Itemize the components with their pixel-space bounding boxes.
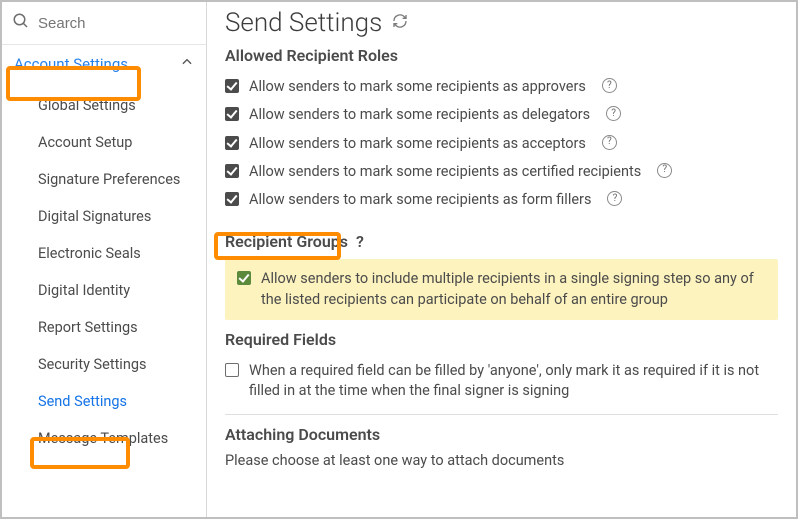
section-title-attaching-documents: Attaching Documents (225, 425, 778, 444)
sidebar-item-label: Global Settings (38, 97, 136, 114)
sidebar: Account Settings Global Settings Account… (2, 2, 207, 517)
refresh-icon[interactable] (392, 13, 408, 33)
section-title-required-fields: Required Fields (225, 330, 778, 349)
section-title-label: Required Fields (225, 330, 336, 349)
option-acceptors[interactable]: Allow senders to mark some recipients as… (225, 130, 778, 158)
option-certified-recipients[interactable]: Allow senders to mark some recipients as… (225, 158, 778, 186)
help-icon[interactable]: ? (606, 106, 621, 121)
help-icon[interactable]: ? (356, 232, 364, 251)
section-title-label: Attaching Documents (225, 425, 380, 444)
section-title-label: Recipient Groups (225, 232, 348, 251)
sidebar-item-message-templates[interactable]: Message Templates (2, 420, 206, 457)
sidebar-item-report-settings[interactable]: Report Settings (2, 309, 206, 346)
sidebar-item-security-settings[interactable]: Security Settings (2, 346, 206, 383)
option-delegators[interactable]: Allow senders to mark some recipients as… (225, 101, 778, 129)
sidebar-item-label: Send Settings (38, 393, 127, 410)
option-label: Allow senders to mark some recipients as… (249, 134, 586, 154)
sidebar-item-digital-signatures[interactable]: Digital Signatures (2, 198, 206, 235)
recipient-groups-highlight: Allow senders to include multiple recipi… (225, 259, 778, 320)
nav-items: Global Settings Account Setup Signature … (2, 83, 206, 457)
checkbox-icon[interactable] (225, 107, 239, 121)
checkbox-icon[interactable] (225, 79, 239, 93)
sidebar-item-label: Report Settings (38, 319, 138, 336)
sidebar-item-account-setup[interactable]: Account Setup (2, 124, 206, 161)
search-input[interactable] (38, 15, 194, 32)
sidebar-item-label: Electronic Seals (38, 245, 141, 262)
divider (225, 414, 778, 415)
sidebar-item-global-settings[interactable]: Global Settings (2, 87, 206, 124)
sidebar-item-label: Signature Preferences (38, 171, 180, 188)
sidebar-item-send-settings[interactable]: Send Settings (2, 383, 206, 420)
option-label: Allow senders to mark some recipients as… (249, 77, 586, 97)
sidebar-item-electronic-seals[interactable]: Electronic Seals (2, 235, 206, 272)
option-label: Allow senders to mark some recipients as… (249, 105, 590, 125)
page-title: Send Settings (225, 8, 382, 38)
checkbox-icon[interactable] (225, 136, 239, 150)
section-title-recipient-groups: Recipient Groups ? (225, 232, 778, 251)
sidebar-item-label: Account Setup (38, 134, 132, 151)
option-required-fields[interactable]: When a required field can be filled by '… (225, 357, 778, 406)
sidebar-item-label: Message Templates (38, 430, 168, 447)
help-icon[interactable]: ? (657, 163, 672, 178)
search-row (2, 2, 206, 45)
sidebar-item-signature-preferences[interactable]: Signature Preferences (2, 161, 206, 198)
section-title-label: Allowed Recipient Roles (225, 46, 398, 65)
checkbox-icon[interactable] (225, 192, 239, 206)
sidebar-item-label: Digital Signatures (38, 208, 151, 225)
checkbox-icon[interactable] (237, 271, 251, 285)
help-icon[interactable]: ? (602, 78, 617, 93)
option-recipient-groups[interactable]: Allow senders to include multiple recipi… (237, 269, 766, 310)
option-approvers[interactable]: Allow senders to mark some recipients as… (225, 73, 778, 101)
option-label: Allow senders to mark some recipients as… (249, 162, 641, 182)
sidebar-item-label: Security Settings (38, 356, 146, 373)
allowed-roles-options: Allow senders to mark some recipients as… (225, 73, 778, 214)
main-content: Send Settings Allowed Recipient Roles Al… (207, 2, 796, 517)
option-label: When a required field can be filled by '… (249, 361, 778, 402)
page-title-row: Send Settings (225, 8, 778, 38)
checkbox-icon[interactable] (225, 164, 239, 178)
sidebar-item-digital-identity[interactable]: Digital Identity (2, 272, 206, 309)
search-icon (12, 12, 30, 34)
nav-section-label: Account Settings (14, 55, 128, 73)
checkbox-icon[interactable] (225, 363, 239, 377)
help-icon[interactable]: ? (602, 135, 617, 150)
attaching-documents-note: Please choose at least one way to attach… (225, 452, 778, 469)
option-label: Allow senders to mark some recipients as… (249, 190, 591, 210)
section-title-allowed-roles: Allowed Recipient Roles (225, 46, 778, 65)
chevron-up-icon (180, 55, 194, 73)
nav-section-account-settings[interactable]: Account Settings (2, 45, 206, 83)
help-icon[interactable]: ? (607, 191, 622, 206)
option-form-fillers[interactable]: Allow senders to mark some recipients as… (225, 186, 778, 214)
sidebar-item-label: Digital Identity (38, 282, 130, 299)
option-label: Allow senders to include multiple recipi… (261, 269, 766, 310)
